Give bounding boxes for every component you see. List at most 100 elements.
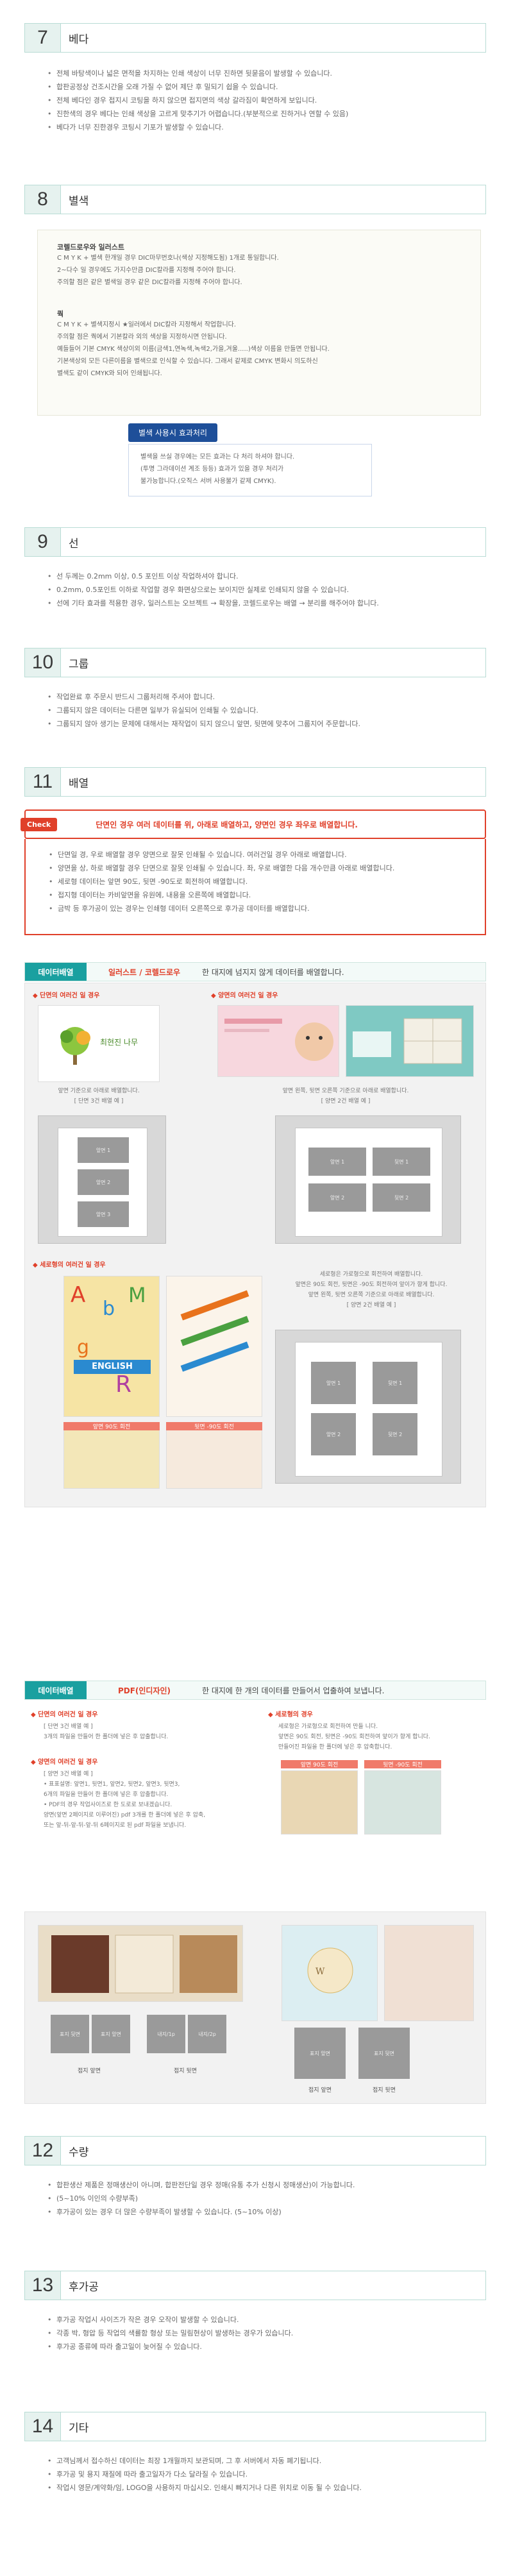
list-item: 합판공정상 건조시간을 오래 가질 수 없어 제단 후 밀되기 쉽을 수 있습니… <box>47 80 484 94</box>
caption-line: 세로형은 가로형으로 회전하여 배열합니다. <box>319 1271 423 1278</box>
svg-text:W: W <box>315 1967 325 1977</box>
note-quark: 쿽 C M Y K + 별색지정시 ★일러에서 DIC칼라 지정해서 작업합니다… <box>57 309 330 380</box>
caption-line: 6개의 파일을 만들어 한 폴더에 넣은 후 압출합니다. <box>44 1792 169 1798</box>
pdf-vertical-title: ◆ 세로형의 경우 <box>268 1711 313 1718</box>
caption-line: 앞면은 90도 회전, 뒷면은 -90도 회전하여 앞이가 향게 합니다. <box>278 1734 430 1740</box>
slot: 뒷면 1 <box>373 1362 417 1404</box>
section-10-list: 작업완료 후 주문시 반드시 그룹처리해 주셔야 합니다. 그룹되지 않은 데이… <box>47 690 484 731</box>
section-number: 12 <box>25 2137 61 2165</box>
check-text: 단면인 경우 여러 데이터를 위, 아래로 배열하고, 양면인 경우 좌우로 배… <box>96 820 358 829</box>
list-item: 작업완료 후 주문시 반드시 그룹처리해 주셔야 합니다. <box>47 690 484 704</box>
note-line: 별색도 같이 CMYK와 되어 인쇄됩니다. <box>57 370 162 377</box>
section-11-list: 단면일 경, 우로 배열할 경우 양면으로 잘못 인쇄될 수 있습니다. 여러건… <box>49 848 485 915</box>
caption-line: [ 양면 3건 배열 예 ] <box>44 1771 93 1777</box>
slot: 앞면 2 <box>78 1169 129 1195</box>
single-title: ◆ 단면의 여러건 일 경우 <box>33 992 100 999</box>
caption-line: 또는 앞-뒤-앞-뒤-앞-뒤 6페이지로 된 pdf 파일을 보냅니다. <box>44 1822 187 1829</box>
list-item: 전체 바탕색이나 넓은 면적을 차지하는 인쇄 색상이 너무 진하면 뒷묻음이 … <box>47 67 484 80</box>
slot: 표지 뒷면 <box>358 2028 410 2079</box>
section-header-11: 11 배열 <box>24 767 486 797</box>
section-number: 8 <box>25 185 61 214</box>
section-number: 14 <box>25 2412 61 2441</box>
section-title: 그룹 <box>69 657 89 671</box>
flower-card-art <box>384 1925 474 2021</box>
wedding-card-art: W <box>282 1925 378 2021</box>
caption: 접지 뒷면 <box>174 2068 197 2074</box>
note-line: C M Y K + 별색 한개일 경우 DIC마무번호나(색상 지정해도됨) 1… <box>57 255 279 262</box>
note-line: 주의할 점은 같은 별색일 경우 같은 DIC칼라를 지정해 주어야 합니다. <box>57 279 242 286</box>
slot: 뒷면 2 <box>373 1183 430 1212</box>
effect-badge-wrap: 별색 사용시 효과처리 <box>128 423 217 442</box>
list-item: 접지형 데이터는 카비앞면을 유원에, 내용을 오른쪽에 배열합니다. <box>49 888 485 902</box>
list-item: 후가공 및 용지 재질에 따라 출고일자가 다소 달라질 수 있습니다. <box>47 2468 484 2481</box>
spot-color-note: 코렐드로우와 일러스트 C M Y K + 별색 한개일 경우 DIC마무번호나… <box>37 230 481 416</box>
slot: 내지/1p <box>147 2015 185 2053</box>
pencil-card-art <box>166 1276 262 1417</box>
list-item: 후가공 종류에 따라 출고일이 늦어질 수 있습니다. <box>47 2340 484 2353</box>
slot: 앞면 3 <box>78 1201 129 1227</box>
slot: 앞면 1 <box>311 1362 356 1404</box>
vertical-title: ◆ 세로형의 여러건 일 경우 <box>33 1262 106 1269</box>
baby-card-art <box>217 1005 339 1077</box>
note-title: 쿽 <box>57 310 64 318</box>
check-banner: Check 단면인 경우 여러 데이터를 위, 아래로 배열하고, 양면인 경우… <box>21 809 486 839</box>
english-word: ENGLISH <box>92 1362 133 1371</box>
caption-line: [ 단면 3건 배열 예 ] <box>74 1098 124 1105</box>
note-line: 별색을 쓰실 경우에는 모든 효과는 다 처리 하셔야 합니다. <box>140 453 295 461</box>
caption-line: [ 단면 3건 배열 예 ] <box>44 1724 93 1730</box>
slot: 앞면 1 <box>78 1137 129 1163</box>
pdf-notes: ◆ 단면의 여러건 일 경우 [ 단면 3건 배열 예 ] 3개의 파일을 만들… <box>24 1706 486 1899</box>
section-header-7: 7 베다 <box>24 23 486 53</box>
caption-line: • 표표설명: 앞면1, 뒷면1, 앞면2, 뒷면2, 앞면3, 뒷면3, <box>44 1781 180 1788</box>
alphabet-art-icon: A b M g R <box>71 1282 151 1398</box>
note-line: 주의할 점은 쿽에서 기본칼라 외의 색상을 지정하시면 안됩니다. <box>57 334 227 341</box>
section-header-9: 9 선 <box>24 527 486 557</box>
slot: 뒷면 1 <box>373 1148 430 1176</box>
strip-kind: PDF(인디자인) <box>117 1686 171 1695</box>
slot: 뒷면 2 <box>373 1413 417 1455</box>
section-number: 7 <box>25 24 61 52</box>
caption-line: 앞면 왼쪽, 뒷면 오른쪽 기준으로 아래로 배열합니다. <box>308 1292 435 1298</box>
rotate-label: 뒷면 -90도 회전 <box>364 1760 441 1768</box>
list-item: 베다가 너무 진한경우 코팅시 기포가 발생할 수 있습니다. <box>47 121 484 134</box>
section-number: 13 <box>25 2271 61 2300</box>
list-item: 양면을 상, 하로 배열할 경우 단면으로 잘못 인쇄될 수 있습니다. 좌, … <box>49 861 485 875</box>
strip-desc: 한 대지에 넘지지 않게 데이터를 배열합니다. <box>202 967 344 977</box>
card-brand: 최현진 나무 <box>100 1038 139 1047</box>
double-caption: 앞면 왼쪽, 뒷면 오른쪽 기준으로 아래로 배열합니다. [ 양면 2건 배열… <box>217 1086 474 1106</box>
note-line: C M Y K + 별색지정시 ★일러에서 DIC칼라 지정해서 작업합니다. <box>57 321 237 328</box>
list-item: 후가공 작업시 사이즈가 작은 경우 오작이 발생할 수 있습니다. <box>47 2313 484 2326</box>
strip-tag: 데이터배열 <box>25 1681 87 1699</box>
list-item: 그룹되지 않아 생기는 문제에 대해서는 재작업이 되지 않으니 앞면, 뒷면에… <box>47 717 484 731</box>
check-label: Check <box>21 817 58 831</box>
caption-line: [ 양면 2건 배열 예 ] <box>346 1302 396 1309</box>
section-title: 배열 <box>69 777 89 790</box>
section-14-list: 고객님께서 접수하신 데이터는 최장 1개월까지 보관되며, 그 후 서버에서 … <box>47 2454 484 2495</box>
strip-tag: 데이터배열 <box>25 963 87 981</box>
caption-line: 양면(앞면 2페이지로 이루어진) pdf 3개를 한 폴더에 넣은 후 압축, <box>44 1812 206 1818</box>
list-item: 각종 박, 형압 등 작업의 색률함 형상 또는 밀림현상이 발생하는 경우가 … <box>47 2326 484 2340</box>
list-item: 0.2mm, 0.5포인트 이하로 작업할 경우 화면상으로는 보이지만 실제로… <box>47 583 484 597</box>
list-item: 선 두께는 0.2mm 이상, 0.5 포인트 이상 작업하셔야 합니다. <box>47 570 484 583</box>
svg-text:R: R <box>115 1371 131 1398</box>
rotated-front-art <box>63 1427 160 1489</box>
caption-line: 앞면 왼쪽, 뒷면 오른쪽 기준으로 아래로 배열합니다. <box>282 1088 409 1094</box>
section-title: 기타 <box>69 2421 89 2435</box>
effect-badge: 별색 사용시 효과처리 <box>128 423 217 442</box>
list-item: 진한색의 경우 베다는 인쇄 색상을 고르게 맞추기가 어렵습니다.(부분적으로… <box>47 107 484 121</box>
list-item: 단면일 경, 우로 배열할 경우 양면으로 잘못 인쇄될 수 있습니다. 여러건… <box>49 848 485 861</box>
note-line: (투명 그라데이션 계조 등등) 효과가 있을 경우 처리가 <box>140 466 284 473</box>
vertical-notes: 세로형은 가로형으로 회전하여 배열합니다. 앞면은 90도 회전, 뒷면은 -… <box>275 1269 467 1310</box>
caption-line: 만들어진 파일을 한 폴더에 넣은 후 압축합니다. <box>278 1744 392 1750</box>
pdf-double-title: ◆ 양면의 여러건 일 경우 <box>31 1759 98 1766</box>
section-header-13: 13 후가공 <box>24 2271 486 2300</box>
section-12-list: 합판생산 제품은 정매생산이 아니며, 합판전단일 경우 정매(유통 추가 신청… <box>47 2178 484 2219</box>
section-header-8: 8 별색 <box>24 185 486 214</box>
section-header-10: 10 그룹 <box>24 648 486 677</box>
section-title: 수량 <box>69 2146 89 2159</box>
rotate-label: 앞면 90도 회전 <box>281 1760 358 1768</box>
caption-line: [ 양면 2건 배열 예 ] <box>321 1098 371 1105</box>
pdf-rotated-front-art <box>281 1770 358 1835</box>
list-item: 그룹되지 않은 데이터는 다른면 일부가 유실되어 인쇄될 수 있습니다. <box>47 704 484 717</box>
pdf-single-title: ◆ 단면의 여러건 일 경우 <box>31 1711 98 1718</box>
